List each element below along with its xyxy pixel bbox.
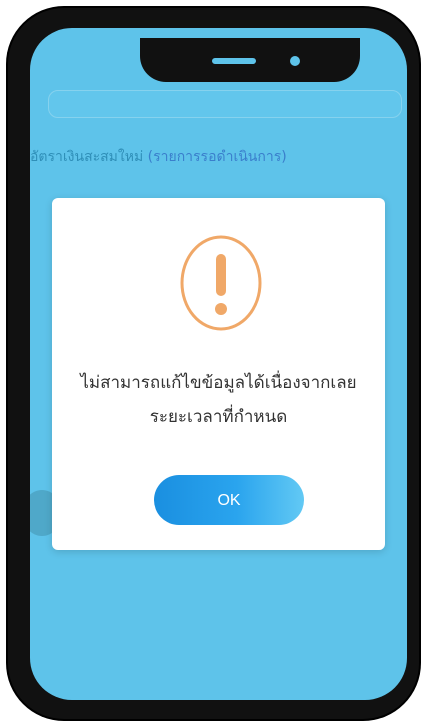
exclamation-circle-icon: [180, 235, 262, 331]
phone-frame: อัตราเงินสะสมใหม่ (รายการรอดำเนินการ) ไม…: [8, 8, 419, 719]
camera-icon: [290, 56, 300, 66]
contribution-rate-text: อัตราเงินสะสมใหม่: [30, 149, 144, 165]
app-screen: อัตราเงินสะสมใหม่ (รายการรอดำเนินการ) ไม…: [30, 28, 407, 700]
contribution-rate-label: อัตราเงินสะสมใหม่ (รายการรอดำเนินการ): [30, 146, 407, 168]
phone-notch: [140, 38, 360, 82]
ok-button[interactable]: OK: [154, 475, 304, 525]
pending-status-text: (รายการรอดำเนินการ): [147, 149, 287, 165]
background-input-field: [48, 90, 402, 118]
alert-dialog: ไม่สามารถแก้ไขข้อมูลได้เนื่องจากเลยระยะเ…: [52, 198, 385, 550]
error-message: ไม่สามารถแก้ไขข้อมูลได้เนื่องจากเลยระยะเ…: [80, 373, 357, 427]
speaker-icon: [212, 58, 256, 64]
